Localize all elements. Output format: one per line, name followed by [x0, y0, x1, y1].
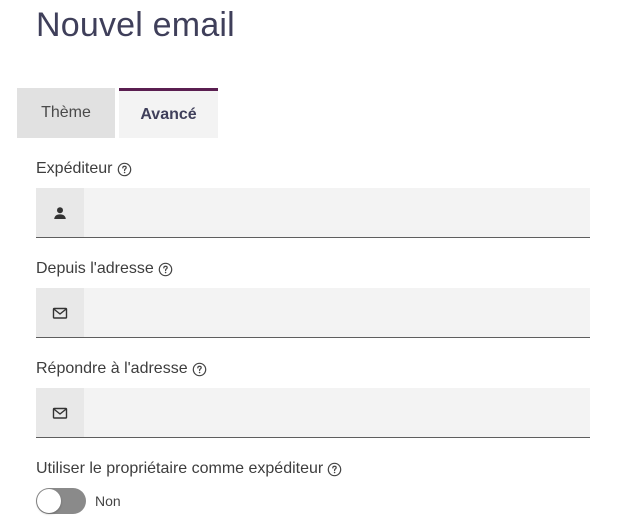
owner-as-sender-toggle-row: Non — [36, 488, 121, 514]
sender-input-addon — [36, 188, 84, 237]
tab-theme[interactable]: Thème — [17, 88, 115, 138]
help-icon[interactable] — [192, 362, 207, 377]
sender-label: Expéditeur — [36, 160, 113, 177]
from-address-input-group — [36, 288, 590, 338]
sender-input[interactable] — [84, 188, 590, 237]
toggle-knob — [37, 489, 61, 513]
help-icon[interactable] — [117, 162, 132, 177]
sender-input-group — [36, 188, 590, 238]
reply-to-input-group — [36, 388, 590, 438]
owner-as-sender-toggle[interactable] — [36, 488, 86, 514]
page-title: Nouvel email — [36, 6, 235, 44]
from-address-label-row: Depuis l'adresse — [36, 260, 173, 278]
from-address-input[interactable] — [84, 288, 590, 337]
envelope-icon — [52, 307, 68, 319]
envelope-icon — [52, 407, 68, 419]
reply-to-label: Répondre à l'adresse — [36, 360, 188, 377]
reply-to-input[interactable] — [84, 388, 590, 437]
tab-bar: Thème Avancé — [17, 88, 218, 138]
user-icon — [54, 206, 66, 219]
from-address-label: Depuis l'adresse — [36, 260, 154, 277]
tab-advanced[interactable]: Avancé — [119, 88, 218, 138]
help-icon[interactable] — [327, 462, 342, 477]
owner-as-sender-label: Utiliser le propriétaire comme expéditeu… — [36, 460, 324, 477]
owner-as-sender-label-row: Utiliser le propriétaire comme expéditeu… — [36, 460, 342, 478]
help-icon[interactable] — [158, 262, 173, 277]
from-address-input-addon — [36, 288, 84, 337]
reply-to-input-addon — [36, 388, 84, 437]
sender-field-label-row: Expéditeur — [36, 160, 132, 178]
reply-to-label-row: Répondre à l'adresse — [36, 360, 207, 378]
toggle-state-label: Non — [95, 493, 121, 509]
